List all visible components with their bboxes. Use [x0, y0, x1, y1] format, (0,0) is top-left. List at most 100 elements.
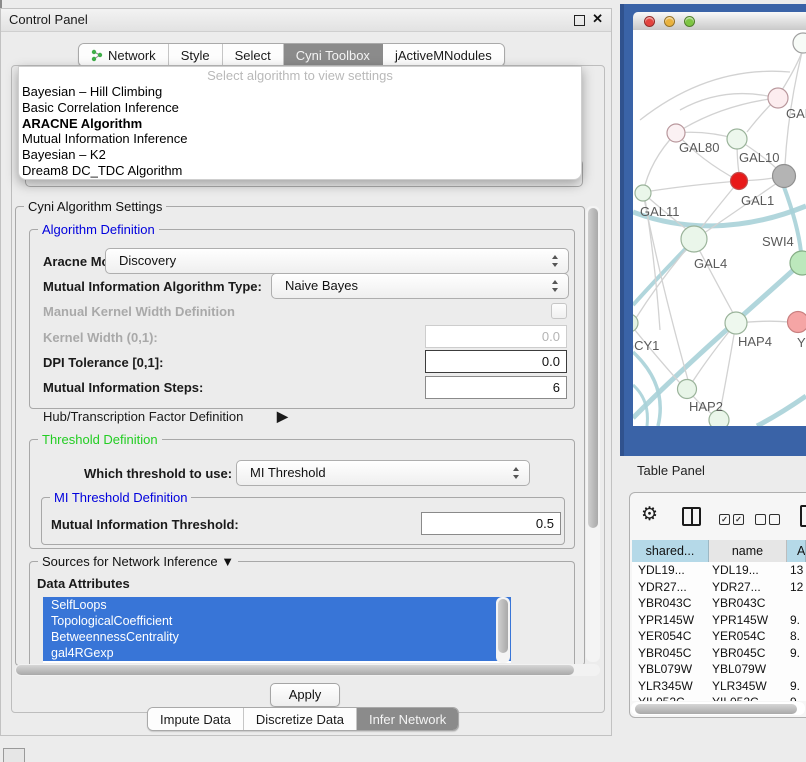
cell: YER054C [638, 628, 708, 645]
threshold-definition-title: Threshold Definition [38, 432, 162, 447]
tab-impute-data[interactable]: Impute Data [148, 708, 244, 730]
minimize-window-icon[interactable] [664, 16, 675, 27]
checked-box-icon: ✓ [733, 514, 744, 525]
tab-network-label: Network [108, 48, 156, 63]
cell: YDL19... [712, 562, 784, 579]
apply-button[interactable]: Apply [270, 683, 340, 707]
tab-cyni-toolbox[interactable]: Cyni Toolbox [284, 44, 383, 66]
tab-discretize-data[interactable]: Discretize Data [244, 708, 357, 730]
attributes-scrollbar[interactable] [496, 597, 510, 663]
attribute-item[interactable]: BetweennessCentrality [43, 629, 511, 645]
cell: YLR345W [638, 678, 708, 695]
which-threshold-combo[interactable]: MI Threshold [236, 460, 530, 486]
algorithm-item[interactable]: Bayesian – Hill Climbing [19, 84, 581, 100]
cell: YIL052C [712, 694, 784, 701]
algorithm-dropdown-list: Select algorithm to view settings Bayesi… [18, 66, 582, 180]
hub-expand-icon[interactable]: ▶ [277, 408, 288, 425]
gear-icon[interactable]: ⚙ [641, 503, 658, 526]
node-partial-top[interactable] [793, 33, 806, 53]
network-canvas[interactable]: GAL80 GAL10 GAL1 GAL11 GAL4 SWI4 GCY1 HA… [633, 30, 806, 426]
mi-steps-field[interactable]: 6 [425, 376, 567, 399]
mi-threshold-field[interactable]: 0.5 [421, 512, 561, 535]
algorithm-item[interactable]: Dream8 DC_TDC Algorithm [19, 163, 581, 179]
control-panel-titlebar[interactable]: Control Panel ✕ [1, 9, 611, 32]
network-view-window: GAL80 GAL10 GAL1 GAL11 GAL4 SWI4 GCY1 HA… [633, 12, 806, 440]
float-panel-icon[interactable] [574, 15, 585, 26]
close-panel-icon[interactable]: ✕ [592, 11, 603, 27]
node-gal[interactable] [768, 88, 788, 108]
zoom-window-icon[interactable] [684, 16, 695, 27]
network-icon [91, 49, 104, 62]
attribute-item[interactable]: SelfLoops [43, 597, 511, 613]
cell: 12 [790, 579, 806, 596]
combo-arrows-icon [513, 467, 520, 479]
tab-select-label: Select [235, 48, 271, 63]
mi-threshold-title: MI Threshold Definition [50, 490, 191, 505]
dpi-tolerance-label: DPI Tolerance [0,1]: [43, 355, 163, 370]
close-window-icon[interactable] [644, 16, 655, 27]
mi-threshold-label: Mutual Information Threshold: [51, 517, 239, 532]
sources-title: Sources for Network Inference ▼ [38, 554, 238, 569]
columns-icon[interactable] [682, 507, 701, 526]
cell: YER054C [712, 628, 784, 645]
cell: YDR27... [712, 579, 784, 596]
cell: YLR345W [712, 678, 784, 695]
kernel-width-field[interactable]: 0.0 [425, 325, 567, 348]
mi-type-value: Naive Bayes [285, 278, 358, 293]
unchecked-box-icon [755, 514, 766, 525]
cell: 9. [790, 612, 806, 629]
which-threshold-label: Which threshold to use: [84, 466, 232, 481]
sources-collapse-icon[interactable]: ▼ [221, 554, 234, 569]
cell: 9. [790, 645, 806, 662]
nodes [633, 33, 806, 426]
select-all-columns-icon[interactable]: ✓✓ [719, 511, 747, 529]
column-header-name[interactable]: name [709, 540, 787, 562]
node-hap4[interactable] [725, 312, 747, 334]
manual-kernel-checkbox[interactable] [551, 303, 567, 319]
algorithm-item-selected[interactable]: ARACNE Algorithm [19, 116, 581, 132]
deselect-all-columns-icon[interactable] [755, 511, 783, 529]
network-graph: GAL80 GAL10 GAL1 GAL11 GAL4 SWI4 GCY1 HA… [633, 30, 806, 426]
mi-steps-label: Mutual Information Steps: [43, 380, 203, 395]
table-mode-icon[interactable] [800, 505, 806, 527]
tab-discretize-data-label: Discretize Data [256, 712, 344, 727]
node-y[interactable] [788, 312, 806, 333]
node-red-selected[interactable] [731, 173, 748, 190]
tab-network[interactable]: Network [79, 44, 169, 66]
node-gal4[interactable] [681, 226, 707, 252]
cell: YPR145W [638, 612, 708, 629]
cell: 13 [790, 562, 806, 579]
node-gal10[interactable] [727, 129, 747, 149]
dpi-tolerance-field[interactable]: 0.0 [425, 350, 567, 373]
node-label: GAL11 [640, 204, 680, 219]
tab-style[interactable]: Style [169, 44, 223, 66]
combo-arrows-icon [552, 255, 559, 267]
table-horizontal-scrollbar[interactable] [631, 702, 805, 715]
node-gray[interactable] [773, 165, 796, 188]
node-label: GAL [786, 106, 806, 121]
attribute-item[interactable]: TopologicalCoefficient [43, 613, 511, 629]
node-label: SWI4 [762, 234, 794, 249]
attribute-item[interactable]: gal4RGexp [43, 645, 511, 661]
aracne-mode-combo[interactable]: Discovery [105, 248, 569, 274]
cell: YBL079W [712, 661, 784, 678]
tab-select[interactable]: Select [223, 44, 284, 66]
algorithm-item[interactable]: Basic Correlation Inference [19, 100, 581, 116]
tab-infer-network[interactable]: Infer Network [357, 708, 458, 730]
mi-type-combo[interactable]: Naive Bayes [271, 273, 569, 299]
node-hap2[interactable] [678, 380, 697, 399]
column-header-clipped[interactable]: A [787, 540, 806, 562]
network-window-titlebar[interactable] [633, 12, 806, 31]
node-gal11[interactable] [635, 185, 651, 201]
algorithm-item[interactable]: Bayesian – K2 [19, 147, 581, 163]
algorithm-item[interactable]: Mutual Information Inference [19, 131, 581, 147]
cell: YBR043C [638, 595, 708, 612]
tab-style-label: Style [181, 48, 210, 63]
cell: YBL079W [638, 661, 708, 678]
tab-jactivemnodules[interactable]: jActiveMNodules [383, 44, 504, 66]
settings-horizontal-scrollbar[interactable] [15, 664, 600, 676]
settings-vertical-scrollbar[interactable] [586, 206, 600, 662]
table-body: YDL19...YDL19...13 YDR27...YDR27...12 YB… [632, 562, 806, 701]
column-header-shared[interactable]: shared... [632, 540, 709, 562]
tab-jactivemnodules-label: jActiveMNodules [395, 48, 492, 63]
